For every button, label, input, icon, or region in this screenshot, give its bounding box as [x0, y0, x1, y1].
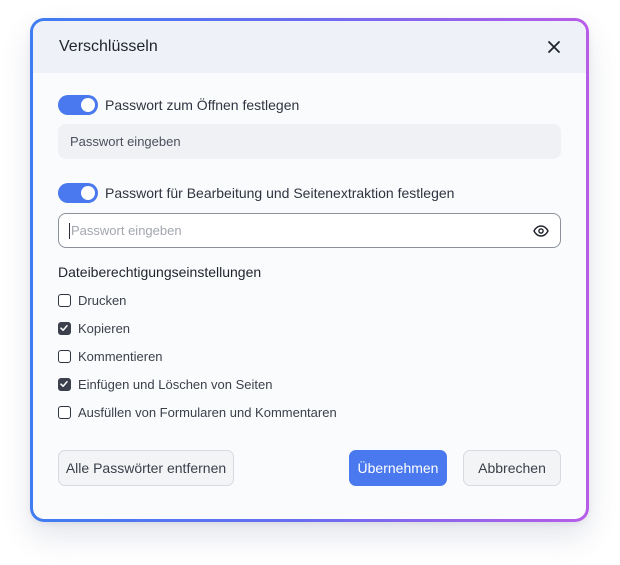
- permission-label: Kopieren: [78, 320, 131, 336]
- dialog-title: Verschlüsseln: [59, 38, 158, 55]
- remove-all-passwords-button[interactable]: Alle Passwörter entfernen: [58, 450, 234, 486]
- edit-password-toggle[interactable]: [58, 183, 98, 203]
- permission-item[interactable]: Ausfüllen von Formularen und Kommentaren: [58, 404, 561, 420]
- show-password-button[interactable]: [532, 222, 550, 240]
- permission-item[interactable]: Drucken: [58, 292, 561, 308]
- permission-item[interactable]: Einfügen und Löschen von Seiten: [58, 376, 561, 392]
- open-password-label: Passwort zum Öffnen festlegen: [105, 97, 300, 113]
- permission-item[interactable]: Kommentieren: [58, 348, 561, 364]
- encrypt-dialog: Verschlüsseln Passwort zum Öffnen festle…: [33, 21, 586, 519]
- permission-checkbox[interactable]: [58, 405, 71, 419]
- permission-label: Einfügen und Löschen von Seiten: [78, 376, 273, 392]
- close-button[interactable]: [542, 35, 566, 59]
- permission-item[interactable]: Kopieren: [58, 320, 561, 336]
- dialog-frame: Verschlüsseln Passwort zum Öffnen festle…: [30, 18, 589, 522]
- dialog-header: Verschlüsseln: [33, 21, 586, 73]
- close-icon: [548, 41, 560, 53]
- permission-label: Drucken: [78, 292, 127, 308]
- permission-label: Kommentieren: [78, 348, 163, 364]
- permission-label: Ausfüllen von Formularen und Kommentaren: [78, 404, 337, 420]
- permissions-title: Dateiberechtigungseinstellungen: [58, 264, 262, 280]
- open-password-input[interactable]: Passwort eingeben: [58, 124, 561, 159]
- permission-checkbox[interactable]: [58, 377, 71, 391]
- cancel-button[interactable]: Abbrechen: [463, 450, 561, 486]
- open-password-input-value: Passwort eingeben: [70, 134, 181, 149]
- edit-password-placeholder-wrap: Passwort eingeben: [69, 222, 182, 239]
- open-password-toggle[interactable]: [58, 95, 98, 115]
- edit-password-row: Passwort für Bearbeitung und Seitenextra…: [58, 183, 561, 203]
- dialog-body: Passwort zum Öffnen festlegen Passwort e…: [33, 95, 586, 420]
- check-icon: [60, 380, 68, 387]
- text-caret: [69, 222, 70, 239]
- open-password-row: Passwort zum Öffnen festlegen: [58, 95, 561, 115]
- apply-button[interactable]: Übernehmen: [349, 450, 447, 486]
- eye-icon: [533, 224, 549, 237]
- edit-password-input[interactable]: Passwort eingeben: [58, 213, 561, 248]
- edit-password-label: Passwort für Bearbeitung und Seitenextra…: [105, 185, 455, 201]
- check-icon: [60, 324, 68, 331]
- permission-checkbox[interactable]: [58, 349, 71, 363]
- permission-checkbox[interactable]: [58, 293, 71, 307]
- permission-checkbox[interactable]: [58, 321, 71, 335]
- edit-password-placeholder: Passwort eingeben: [71, 223, 182, 238]
